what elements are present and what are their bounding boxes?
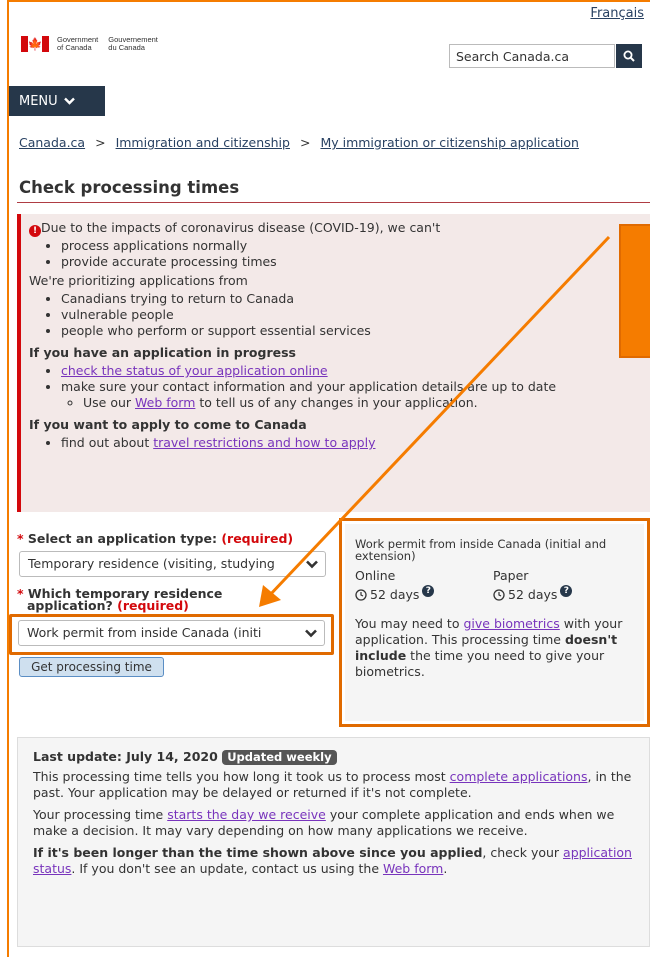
menu-label: MENU [19, 93, 58, 109]
language-toggle-link[interactable]: Français [590, 6, 644, 21]
government-of-canada-logo[interactable]: 🍁 Government of Canada Gouvernement du C… [21, 36, 158, 52]
give-biometrics-link[interactable]: give biometrics [463, 616, 559, 631]
breadcrumb-immigration[interactable]: Immigration and citizenship [116, 135, 290, 150]
search-icon [623, 50, 635, 62]
info-paragraph-2: Your processing time starts the day we r… [33, 807, 615, 838]
starts-day-link[interactable]: starts the day we receive [167, 807, 326, 822]
list-item: Canadians trying to return to Canada [61, 291, 642, 307]
search-input[interactable]: Search Canada.ca [449, 44, 615, 68]
list-item: provide accurate processing times [61, 254, 642, 270]
in-progress-heading: If you have an application in progress [29, 345, 296, 360]
covid-intro: Due to the impacts of coronavirus diseas… [41, 220, 441, 235]
chevron-down-icon [306, 560, 318, 569]
help-icon[interactable]: ? [560, 585, 573, 597]
online-days: 52 days [370, 587, 420, 602]
title-divider [17, 202, 650, 203]
breadcrumb: Canada.ca > Immigration and citizenship … [19, 135, 579, 150]
list-item: vulnerable people [61, 307, 642, 323]
web-form-link[interactable]: Web form [383, 861, 443, 876]
application-type-select[interactable]: Temporary residence (visiting, studying [19, 551, 326, 577]
warning-icon: ! [29, 225, 41, 237]
last-update-panel: Last update: July 14, 2020 Updated weekl… [17, 737, 650, 947]
list-item: Use our Web form to tell us of any chang… [83, 395, 642, 411]
temp-residence-select[interactable]: Work permit from inside Canada (initi [18, 620, 325, 646]
page-title: Check processing times [19, 178, 240, 197]
covid-alert: ! Due to the impacts of coronavirus disea… [17, 214, 650, 512]
clock-icon [355, 589, 367, 601]
goc-en-line2: of Canada [57, 43, 92, 52]
travel-restrictions-link[interactable]: travel restrictions and how to apply [153, 435, 375, 450]
search-button[interactable] [616, 44, 642, 68]
result-title: Work permit from inside Canada (initial … [355, 537, 607, 563]
list-item: check the status of your application onl… [61, 363, 642, 379]
get-processing-time-button[interactable]: Get processing time [19, 657, 164, 677]
clock-icon [493, 589, 505, 601]
list-item: process applications normally [61, 238, 642, 254]
check-status-link[interactable]: check the status of your application onl… [61, 363, 328, 378]
biometrics-note: You may need to give biometrics with you… [355, 616, 623, 679]
chevron-down-icon [305, 629, 317, 638]
annotation-callout: S [619, 224, 650, 358]
list-item: make sure your contact information and y… [61, 379, 642, 395]
menu-button[interactable]: MENU [9, 86, 105, 116]
paper-days: 52 days [508, 587, 558, 602]
complete-applications-link[interactable]: complete applications [450, 769, 588, 784]
canada-flag-icon: 🍁 [21, 36, 49, 52]
online-label: Online [355, 568, 396, 583]
list-item: find out about travel restrictions and h… [61, 435, 642, 451]
breadcrumb-my-application[interactable]: My immigration or citizenship applicatio… [320, 135, 579, 150]
prioritizing-text: We're prioritizing applications from [29, 273, 248, 288]
info-paragraph-1: This processing time tells you how long … [33, 769, 632, 800]
application-type-label: * Select an application type: (required) [17, 531, 294, 546]
web-form-link[interactable]: Web form [135, 395, 195, 410]
chevron-down-icon [63, 97, 75, 105]
goc-fr-line2: du Canada [108, 43, 145, 52]
temp-residence-label: * Which temporary residence application?… [17, 586, 223, 613]
last-update-text: Last update: July 14, 2020 [33, 749, 218, 764]
apply-heading: If you want to apply to come to Canada [29, 417, 307, 432]
paper-label: Paper [493, 568, 529, 583]
help-icon[interactable]: ? [422, 585, 435, 597]
processing-time-result: Work permit from inside Canada (initial … [339, 518, 650, 727]
list-item: people who perform or support essential … [61, 323, 642, 339]
updated-weekly-badge: Updated weekly [222, 750, 337, 765]
info-paragraph-3: If it's been longer than the time shown … [33, 845, 632, 876]
breadcrumb-canada[interactable]: Canada.ca [19, 135, 85, 150]
